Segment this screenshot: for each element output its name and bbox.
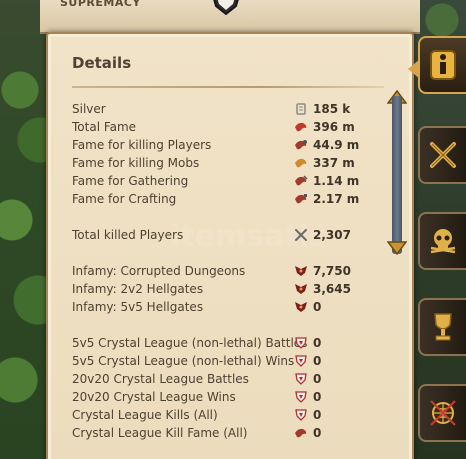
stat-value: 0: [313, 336, 322, 350]
stat-value: 2.17 m: [313, 192, 360, 206]
scrollbar-thumb[interactable]: [392, 96, 402, 254]
stat-row: 20v20 Crystal League Battles 0: [72, 370, 372, 388]
stat-row: Fame for Gathering 1.14 m: [72, 172, 372, 190]
fame-icon: [294, 120, 308, 134]
fame-gathering-icon: [294, 174, 308, 188]
stat-label: Silver: [72, 102, 106, 116]
stat-row: 5v5 Crystal League (non-lethal) Wins 0: [72, 352, 372, 370]
stat-value: 1.14 m: [313, 174, 360, 188]
stat-value: 396 m: [313, 120, 355, 134]
fame-crafting-icon: [294, 192, 308, 206]
stat-value: 0: [313, 354, 322, 368]
stat-value: 337 m: [313, 156, 355, 170]
stat-row: Total killed Players 2,307: [72, 226, 372, 244]
title-divider: [72, 86, 384, 88]
stat-row: Total Fame 396 m: [72, 118, 372, 136]
stat-value: 0: [313, 372, 322, 386]
stat-label: Fame for killing Mobs: [72, 156, 200, 170]
stat-row: Fame for Crafting 2.17 m: [72, 190, 372, 208]
header-title: SUPREMACY: [60, 0, 141, 9]
stat-row: 20v20 Crystal League Wins 0: [72, 388, 372, 406]
crystal-shield-icon: [294, 390, 308, 404]
trophy-icon: [434, 313, 452, 341]
stat-label: Fame for Gathering: [72, 174, 189, 188]
details-panel: Details itemsatis Silver 185 k Total Fame 3…: [46, 32, 414, 459]
silver-coin-icon: [294, 102, 308, 116]
stat-row: 5v5 Crystal League (non-lethal) Battles 0: [72, 334, 372, 352]
tab-info[interactable]: [418, 36, 466, 94]
stat-row: Silver 185 k: [72, 100, 372, 118]
header-frame: SUPREMACY: [40, 0, 420, 34]
fame-players-icon: [294, 138, 308, 152]
tab-achievements[interactable]: [418, 298, 466, 356]
stat-label: Crystal League Kill Fame (All): [72, 426, 248, 440]
crystal-shield-icon: [294, 354, 308, 368]
stat-label: Infamy: 5v5 Hellgates: [72, 300, 204, 314]
stat-label: Total Fame: [72, 120, 137, 134]
crossed-swords-icon: [430, 142, 456, 168]
stat-value: 3,645: [313, 282, 351, 296]
stat-label: Fame for killing Players: [72, 138, 212, 152]
stat-label: 20v20 Crystal League Wins: [72, 390, 236, 404]
stat-label: 20v20 Crystal League Battles: [72, 372, 249, 386]
stat-value: 7,750: [313, 264, 351, 278]
guild-crest-icon: [213, 0, 239, 16]
fame-icon: [294, 426, 308, 440]
stat-label: Total killed Players: [72, 228, 184, 242]
info-icon: [430, 50, 456, 80]
stat-label: 5v5 Crystal League (non-lethal) Wins: [72, 354, 295, 368]
stat-label: 5v5 Crystal League (non-lethal) Battles: [72, 336, 308, 350]
stat-label: Infamy: 2v2 Hellgates: [72, 282, 204, 296]
stat-value: 0: [313, 426, 322, 440]
infamy-icon: [294, 282, 308, 296]
stat-value: 44.9 m: [313, 138, 360, 152]
stat-value: 0: [313, 390, 322, 404]
stat-value: 0: [313, 300, 322, 314]
fame-mobs-icon: [294, 156, 308, 170]
tab-pvp[interactable]: [418, 212, 466, 270]
infamy-icon: [294, 300, 308, 314]
tab-combat[interactable]: [418, 126, 466, 184]
stat-row: Infamy: 2v2 Hellgates 3,645: [72, 280, 372, 298]
stat-label: Fame for Crafting: [72, 192, 177, 206]
stat-value: 0: [313, 408, 322, 422]
stat-label: Crystal League Kills (All): [72, 408, 218, 422]
stat-row: Fame for killing Mobs 337 m: [72, 154, 372, 172]
scroll-down-arrow-icon[interactable]: [387, 241, 407, 255]
stat-row: Crystal League Kills (All) 0: [72, 406, 372, 424]
globe-swords-icon: [430, 400, 456, 426]
stat-row: Crystal League Kill Fame (All) 0: [72, 424, 372, 442]
stat-row: Infamy: 5v5 Hellgates 0: [72, 298, 372, 316]
crossed-swords-icon: [294, 228, 308, 242]
tab-world[interactable]: [418, 384, 466, 442]
panel-title: Details: [72, 54, 132, 72]
stat-row: Infamy: Corrupted Dungeons 7,750: [72, 262, 372, 280]
crystal-shield-icon: [294, 408, 308, 422]
crystal-shield-icon: [294, 336, 308, 350]
stat-value: 2,307: [313, 228, 351, 242]
stat-row: Fame for killing Players 44.9 m: [72, 136, 372, 154]
skull-icon: [430, 229, 456, 254]
stat-label: Infamy: Corrupted Dungeons: [72, 264, 246, 278]
crystal-shield-icon: [294, 372, 308, 386]
stat-value: 185 k: [313, 102, 351, 116]
infamy-icon: [294, 264, 308, 278]
